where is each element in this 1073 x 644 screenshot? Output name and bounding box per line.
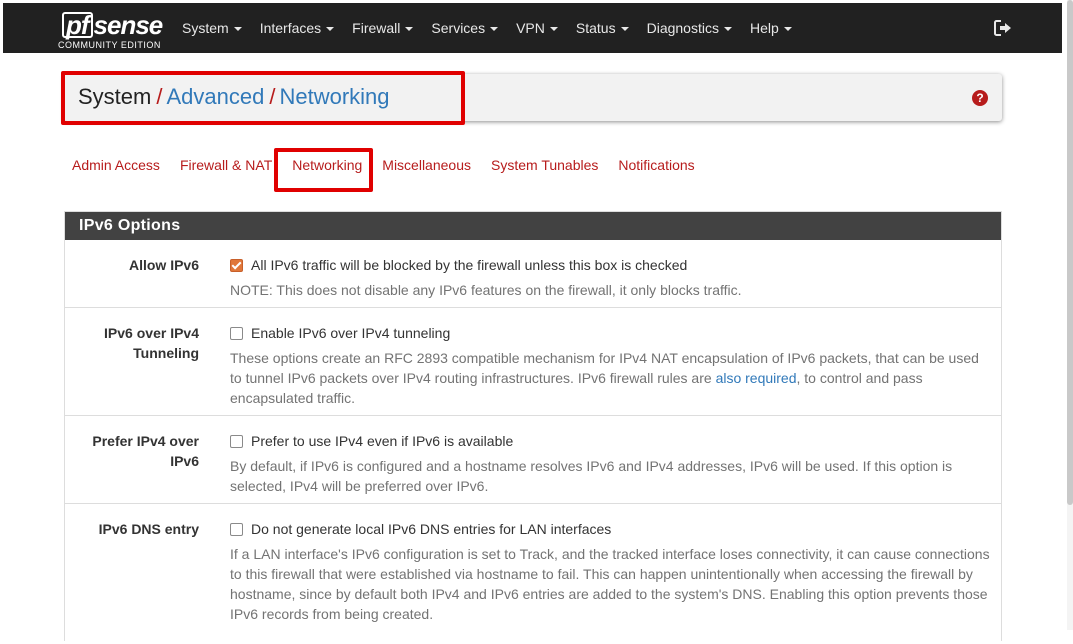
nav-menu-services[interactable]: Services bbox=[422, 20, 507, 36]
nav-menu-label: Interfaces bbox=[259, 20, 322, 36]
checkbox-label: Do not generate local IPv6 DNS entries f… bbox=[251, 521, 612, 537]
breadcrumb: System / Advanced / Networking bbox=[78, 84, 390, 110]
allow-ipv6-row: Allow IPv6 All IPv6 traffic will be bloc… bbox=[65, 240, 1001, 308]
also-required-link[interactable]: also required bbox=[716, 370, 797, 386]
checkbox-label: Prefer to use IPv4 even if IPv6 is avail… bbox=[251, 433, 514, 449]
nav-menu-label: VPN bbox=[516, 20, 545, 36]
caret-down-icon bbox=[783, 27, 792, 32]
breadcrumb-advanced-link[interactable]: Advanced bbox=[166, 84, 264, 109]
nav-menu-diagnostics[interactable]: Diagnostics bbox=[638, 20, 741, 36]
nav-menu-label: Status bbox=[575, 20, 616, 36]
nav-menu-firewall[interactable]: Firewall bbox=[343, 20, 422, 36]
caret-down-icon bbox=[549, 27, 558, 32]
checkbox-label: Enable IPv6 over IPv4 tunneling bbox=[251, 325, 451, 341]
sign-out-icon-graphic bbox=[994, 20, 1011, 36]
prefer-ipv4-label: Prefer IPv4 over IPv6 bbox=[65, 431, 199, 471]
logo-pf-mark: pf bbox=[62, 12, 93, 38]
prefer-ipv4-body: Prefer to use IPv4 even if IPv6 is avail… bbox=[230, 431, 993, 496]
label-line: Prefer IPv4 over bbox=[92, 433, 199, 449]
tab-notifications[interactable]: Notifications bbox=[608, 152, 704, 178]
scrollbar-thumb[interactable] bbox=[1067, 0, 1073, 505]
logo-edition-label: COMMUNITY EDITION bbox=[58, 40, 161, 50]
ipv6-over-ipv4-body: Enable IPv6 over IPv4 tunneling These op… bbox=[230, 323, 993, 408]
sign-out-icon[interactable] bbox=[994, 19, 1012, 37]
nav-menu-vpn[interactable]: VPN bbox=[507, 20, 567, 36]
ipv6-dns-entry-body: Do not generate local IPv6 DNS entries f… bbox=[230, 519, 993, 624]
label-line: IPv6 over IPv4 bbox=[104, 325, 199, 341]
breadcrumb-separator: / bbox=[269, 84, 276, 109]
tab-firewall-nat[interactable]: Firewall & NAT bbox=[170, 152, 282, 178]
ipv6-dns-entry-label: IPv6 DNS entry bbox=[98, 521, 199, 537]
breadcrumb-networking-link[interactable]: Networking bbox=[279, 84, 389, 109]
prefer-ipv4-checkbox[interactable] bbox=[230, 434, 243, 448]
caret-down-icon bbox=[233, 27, 242, 32]
ipv6-over-ipv4-label: IPv6 over IPv4 Tunneling bbox=[65, 323, 199, 363]
label-line: Tunneling bbox=[133, 345, 199, 361]
caret-down-icon bbox=[620, 27, 629, 32]
allow-ipv6-checkbox[interactable] bbox=[230, 258, 243, 272]
nav-menu-label: Firewall bbox=[352, 20, 401, 36]
allow-ipv6-body: All IPv6 traffic will be blocked by the … bbox=[230, 255, 993, 300]
nav-menu-system[interactable]: System bbox=[173, 20, 251, 36]
tab-miscellaneous[interactable]: Miscellaneous bbox=[372, 152, 481, 178]
ipv6-options-panel: IPv6 Options Allow IPv6 All IPv6 traffic… bbox=[64, 211, 1002, 641]
top-navbar: pf sense COMMUNITY EDITION System Interfa… bbox=[3, 3, 1062, 53]
logo-wordmark: pf sense bbox=[62, 10, 164, 40]
prefer-ipv4-row: Prefer IPv4 over IPv6 Prefer to use IPv4… bbox=[65, 416, 1001, 504]
ipv6-dns-entry-row: IPv6 DNS entry Do not generate local IPv… bbox=[65, 504, 1001, 644]
pfsense-logo[interactable]: pf sense COMMUNITY EDITION bbox=[58, 10, 168, 50]
panel-heading: IPv6 Options bbox=[65, 212, 1001, 240]
nav-menu-status[interactable]: Status bbox=[567, 20, 638, 36]
nav-menu-interfaces[interactable]: Interfaces bbox=[251, 20, 343, 36]
caret-down-icon bbox=[490, 27, 499, 32]
ipv6-dns-entry-checkbox[interactable] bbox=[230, 522, 243, 536]
allow-ipv6-label: Allow IPv6 bbox=[128, 257, 199, 273]
caret-down-icon bbox=[723, 27, 732, 32]
breadcrumb-system: System bbox=[78, 84, 152, 109]
ipv6-over-ipv4-checkbox[interactable] bbox=[230, 326, 243, 340]
allow-ipv6-checkbox-line[interactable]: All IPv6 traffic will be blocked by the … bbox=[230, 255, 993, 275]
breadcrumb-separator: / bbox=[156, 84, 163, 109]
ipv6-over-ipv4-row: IPv6 over IPv4 Tunneling Enable IPv6 ove… bbox=[65, 308, 1001, 416]
ipv6-dns-entry-help: If a LAN interface's IPv6 configuration … bbox=[230, 546, 990, 622]
advanced-tabs: Admin Access Firewall & NAT Networking M… bbox=[62, 152, 705, 178]
caret-down-icon bbox=[326, 27, 335, 32]
caret-down-icon bbox=[405, 27, 414, 32]
label-line: IPv6 bbox=[170, 453, 199, 469]
page-scrollbar[interactable] bbox=[1067, 0, 1073, 630]
ipv6-over-ipv4-help: These options create an RFC 2893 compati… bbox=[230, 348, 993, 408]
prefer-ipv4-checkbox-line[interactable]: Prefer to use IPv4 even if IPv6 is avail… bbox=[230, 431, 993, 451]
nav-menu-help[interactable]: Help bbox=[741, 20, 801, 36]
question-circle-icon[interactable]: ? bbox=[972, 90, 988, 106]
ipv6-dns-entry-checkbox-line[interactable]: Do not generate local IPv6 DNS entries f… bbox=[230, 519, 993, 539]
main-menu: System Interfaces Firewall Services VPN … bbox=[173, 3, 801, 53]
logo-sense-text: sense bbox=[93, 10, 164, 40]
breadcrumb-panel: System / Advanced / Networking ? bbox=[64, 74, 1002, 121]
tab-networking[interactable]: Networking bbox=[282, 152, 372, 178]
nav-menu-label: Help bbox=[749, 20, 779, 36]
tab-admin-access[interactable]: Admin Access bbox=[62, 152, 170, 178]
prefer-ipv4-help: By default, if IPv6 is configured and a … bbox=[230, 458, 953, 494]
ipv6-over-ipv4-checkbox-line[interactable]: Enable IPv6 over IPv4 tunneling bbox=[230, 323, 993, 343]
allow-ipv6-help: NOTE: This does not disable any IPv6 fea… bbox=[230, 282, 742, 298]
tab-system-tunables[interactable]: System Tunables bbox=[481, 152, 608, 178]
nav-menu-label: Services bbox=[431, 20, 486, 36]
nav-menu-label: System bbox=[182, 20, 229, 36]
checkbox-label: All IPv6 traffic will be blocked by the … bbox=[251, 257, 688, 273]
nav-menu-label: Diagnostics bbox=[646, 20, 719, 36]
